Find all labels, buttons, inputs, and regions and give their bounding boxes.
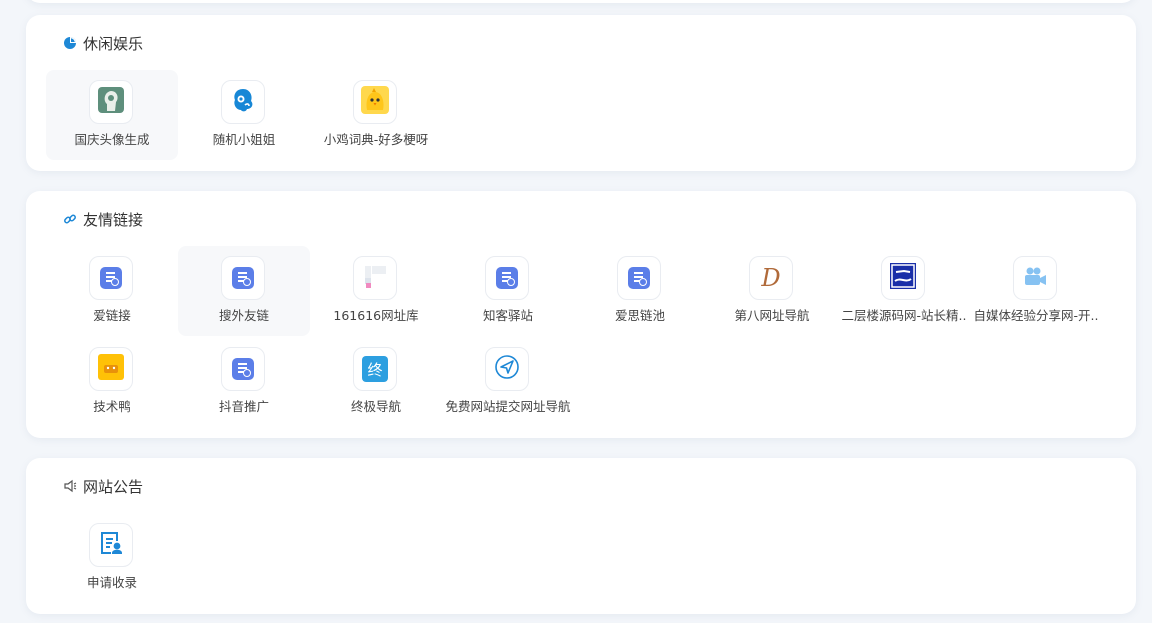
video-camera-icon xyxy=(1022,263,1048,293)
tile-label: 第八网址导航 xyxy=(734,308,810,323)
tile-douyin-promo[interactable]: 抖音推广 xyxy=(178,337,310,427)
tile-label: 知客驿站 xyxy=(482,308,533,323)
tile-erceng-source[interactable]: 二层楼源码网-站长精.. xyxy=(838,246,970,336)
tile-label: 抖音推广 xyxy=(218,399,269,414)
tile-161616[interactable]: 161616网址库 xyxy=(310,246,442,336)
tile-media-experience[interactable]: 自媒体经验分享网-开.. xyxy=(970,246,1102,336)
girl-head-icon xyxy=(229,86,257,118)
document-icon xyxy=(628,267,650,289)
document-icon xyxy=(100,267,122,289)
section-title-friends: 友情链接 xyxy=(63,209,143,229)
blue-box-logo-icon xyxy=(890,263,916,293)
tile-label: 国庆头像生成 xyxy=(74,132,150,147)
tile-national-day-avatar[interactable]: 国庆头像生成 xyxy=(46,70,178,160)
section-friend-links: 友情链接 爱链接 搜外友链 161616网址库 知客驿站 爱思链池 D 第八网址… xyxy=(26,191,1136,438)
tile-label: 免费网站提交网址导航 xyxy=(445,399,571,414)
tile-label: 终极导航 xyxy=(350,399,401,414)
link-icon xyxy=(63,212,77,226)
document-icon xyxy=(232,267,254,289)
tile-label: 小鸡词典-好多梗呀 xyxy=(323,132,429,147)
document-icon xyxy=(232,358,254,380)
section-title-text: 网站公告 xyxy=(83,477,144,496)
apply-form-icon xyxy=(98,530,124,560)
tile-ultimate-nav[interactable]: 终 终极导航 xyxy=(310,337,442,427)
letter-d-icon: D xyxy=(761,264,781,292)
chick-icon xyxy=(361,86,389,118)
document-icon xyxy=(496,267,518,289)
tile-label: 技术鸭 xyxy=(93,399,131,414)
tile-ai-link[interactable]: 爱链接 xyxy=(46,246,178,336)
previous-card-fragment xyxy=(26,0,1136,3)
tile-diba-nav[interactable]: D 第八网址导航 xyxy=(706,246,838,336)
section-title-text: 休闲娱乐 xyxy=(83,34,144,53)
tile-label: 161616网址库 xyxy=(333,308,419,323)
section-title-notice: 网站公告 xyxy=(63,476,143,496)
tile-aisi-link-pool[interactable]: 爱思链池 xyxy=(574,246,706,336)
tile-zhike-station[interactable]: 知客驿站 xyxy=(442,246,574,336)
megaphone-icon xyxy=(63,479,77,493)
section-title-text: 友情链接 xyxy=(83,210,144,229)
section-notice: 网站公告 申请收录 xyxy=(26,458,1136,614)
tile-label: 随机小姐姐 xyxy=(212,132,276,147)
avatar-silhouette-icon xyxy=(98,87,124,117)
tile-tech-duck[interactable]: 技术鸭 xyxy=(46,337,178,427)
tile-label: 爱思链池 xyxy=(614,308,665,323)
tile-label: 二层楼源码网-站长精.. xyxy=(841,308,967,323)
tile-label: 申请收录 xyxy=(86,575,137,590)
tile-chick-dictionary[interactable]: 小鸡词典-好多梗呀 xyxy=(310,70,442,160)
paper-plane-icon xyxy=(494,354,520,384)
pixel-logo-icon xyxy=(361,262,389,294)
pie-chart-icon xyxy=(63,36,77,50)
section-title-leisure: 休闲娱乐 xyxy=(63,33,143,53)
tile-label: 爱链接 xyxy=(93,308,131,323)
tile-random-girl[interactable]: 随机小姐姐 xyxy=(178,70,310,160)
tile-apply-listing[interactable]: 申请收录 xyxy=(46,513,178,603)
section-leisure: 休闲娱乐 国庆头像生成 随机小姐姐 小鸡词典-好多梗呀 xyxy=(26,15,1136,171)
tile-free-submit-nav[interactable]: 免费网站提交网址导航 xyxy=(442,337,574,427)
tile-label: 搜外友链 xyxy=(218,308,269,323)
zhong-char-icon: 终 xyxy=(362,356,388,382)
tile-label: 自媒体经验分享网-开.. xyxy=(973,308,1099,323)
tile-souwai-links[interactable]: 搜外友链 xyxy=(178,246,310,336)
duck-icon xyxy=(98,354,124,384)
